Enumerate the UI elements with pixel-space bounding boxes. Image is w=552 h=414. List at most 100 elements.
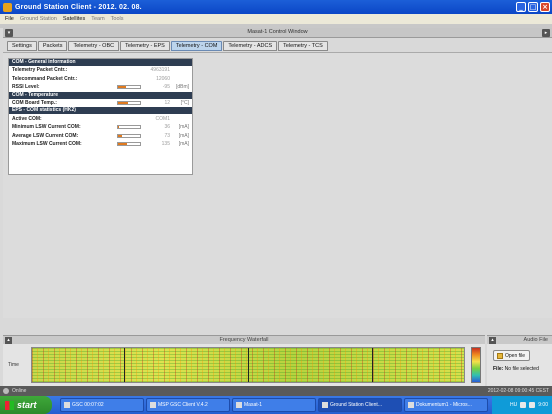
row-value: 73	[164, 132, 170, 139]
waterfall-marker	[372, 348, 373, 382]
tab-packets[interactable]: Packets	[37, 41, 68, 51]
control-window-title: Masat-1 Control Window	[247, 29, 308, 35]
file-value: No file selected	[504, 366, 539, 372]
avg-lsw-current-bar	[117, 133, 141, 138]
folder-icon	[497, 352, 503, 359]
close-button[interactable]: ×	[540, 2, 550, 12]
app-icon	[3, 2, 12, 12]
row-unit: [mA]	[178, 141, 189, 148]
row-max-lsw-current: Maximum LSW Current COM: 135 [mA]	[9, 140, 192, 149]
app-icon	[236, 402, 242, 408]
tab-telemetry-adcs[interactable]: Telemetry - ADCS	[223, 41, 278, 51]
row-value: -95	[162, 84, 170, 91]
audio-file-panel: Open file File: No file selected	[487, 344, 552, 386]
tab-settings[interactable]: Settings	[7, 41, 37, 51]
section-header-eps: EPS - COM statistics (HK2)	[9, 107, 192, 115]
network-icon[interactable]	[520, 402, 527, 408]
row-unit: [mA]	[178, 132, 189, 139]
taskbar-item[interactable]: MSP GSC Client V.4.2	[146, 398, 230, 412]
maximize-button[interactable]: □	[528, 2, 538, 12]
connection-status-icon	[3, 388, 9, 394]
taskbar-item[interactable]: GSC 00:07:02	[60, 398, 144, 412]
bar-fill	[118, 125, 120, 128]
row-label: Maximum LSW Current COM:	[12, 141, 82, 148]
tab-telemetry-com[interactable]: Telemetry - COM	[170, 41, 223, 51]
waterfall-header: ▴ Frequency Waterfall	[3, 335, 485, 344]
windows-logo-icon	[5, 400, 14, 410]
menu-satellites[interactable]: Satellites	[63, 16, 85, 22]
app-icon	[64, 402, 70, 408]
taskbar-item[interactable]: Masat-1	[232, 398, 316, 412]
row-label: COM Board Temp.:	[12, 100, 57, 107]
row-avg-lsw-current: Average LSW Current COM: 73 [mA]	[9, 132, 192, 141]
row-rssi-level: RSSI Level: -95 [dBm]	[9, 83, 192, 92]
row-com-board-temp: COM Board Temp.: 12 [°C]	[9, 99, 192, 108]
taskbar-item-label: GSC 00:07:02	[72, 402, 104, 408]
row-value: 12	[164, 100, 170, 107]
row-unit: [mA]	[178, 124, 189, 131]
word-icon	[408, 402, 414, 408]
audio-file-title: Audio File	[523, 337, 548, 343]
telemetry-tabs: Settings Packets Telemetry - OBC Telemet…	[7, 41, 328, 51]
min-lsw-current-bar	[117, 124, 141, 129]
taskbar-item[interactable]: Dokumentum1 - Micros...	[404, 398, 488, 412]
menu-ground-station[interactable]: Ground Station	[20, 16, 57, 22]
start-button[interactable]: start	[0, 396, 52, 414]
expand-icon[interactable]: ▸	[542, 29, 550, 37]
menu-file[interactable]: File	[5, 16, 14, 22]
open-file-label: Open file	[505, 352, 526, 359]
language-indicator[interactable]: HU	[510, 402, 517, 408]
bar-fill	[118, 134, 123, 137]
audio-file-header: ▴ Audio File	[487, 335, 552, 344]
row-value: 12060	[156, 75, 170, 82]
menu-bar: File Ground Station Satellites Team Tool…	[0, 14, 552, 24]
tab-telemetry-eps[interactable]: Telemetry - EPS	[120, 41, 170, 51]
row-active-com: Active COM: COM1	[9, 114, 192, 123]
taskbar-item-label: MSP GSC Client V.4.2	[158, 402, 208, 408]
status-bar: Online 2012-02-08 09:00:45 CEST	[0, 386, 552, 396]
collapse-icon[interactable]: ▴	[489, 337, 496, 344]
row-telecommand-packet-cntr: Telecommand Packet Cntr.: 12060	[9, 75, 192, 84]
app-icon	[322, 402, 328, 408]
window-titlebar[interactable]: Ground Station Client - 2012. 02. 08. _ …	[0, 0, 552, 14]
bar-fill	[118, 101, 128, 104]
selected-file: File: No file selected	[493, 366, 539, 372]
row-unit: [°C]	[180, 100, 189, 107]
row-value: COM1	[155, 115, 170, 122]
taskbar-item-label: Masat-1	[244, 402, 263, 408]
waterfall-color-scale	[471, 347, 481, 383]
window-title: Ground Station Client - 2012. 02. 08.	[15, 3, 142, 11]
menu-team[interactable]: Team	[91, 16, 104, 22]
clock[interactable]: 9:00	[538, 402, 548, 408]
connection-status: Online	[12, 388, 27, 394]
section-header-temperature: COM - Temperature	[9, 91, 192, 99]
row-unit: [dBm]	[175, 84, 189, 91]
row-label: RSSI Level:	[12, 84, 40, 91]
waterfall-time-label: Time	[8, 362, 19, 368]
tab-telemetry-tcs[interactable]: Telemetry - TCS	[278, 41, 328, 51]
com-telemetry-panel: COM - General information Telemetry Pack…	[8, 58, 193, 175]
waterfall-panel: Time	[3, 344, 485, 386]
frequency-waterfall-display[interactable]	[31, 347, 465, 383]
bar-fill	[118, 86, 126, 89]
taskbar-item-label: Ground Station Client...	[330, 402, 382, 408]
system-tray: HU 9:00	[492, 396, 552, 414]
volume-icon[interactable]	[529, 402, 536, 408]
tab-telemetry-obc[interactable]: Telemetry - OBC	[68, 41, 120, 51]
taskbar: start GSC 00:07:02 MSP GSC Client V.4.2 …	[0, 396, 552, 414]
taskbar-item[interactable]: Ground Station Client...	[318, 398, 402, 412]
row-label: Telecommand Packet Cntr.:	[12, 75, 78, 82]
menu-tools[interactable]: Tools	[111, 16, 124, 22]
control-window-header: ▾ Masat-1 Control Window ▸	[3, 28, 552, 38]
row-label: Telemetry Packet Cntr.:	[12, 67, 68, 74]
open-file-button[interactable]: Open file	[493, 350, 530, 361]
rssi-level-bar	[117, 85, 141, 90]
row-label: Minimum LSW Current COM:	[12, 124, 81, 131]
taskbar-item-label: Dokumentum1 - Micros...	[416, 402, 472, 408]
minimize-button[interactable]: _	[516, 2, 526, 12]
taskbar-tasks: GSC 00:07:02 MSP GSC Client V.4.2 Masat-…	[60, 398, 488, 412]
row-label: Average LSW Current COM:	[12, 132, 79, 139]
waterfall-title: Frequency Waterfall	[219, 337, 269, 343]
row-telemetry-packet-cntr: Telemetry Packet Cntr.: 4963191	[9, 66, 192, 75]
max-lsw-current-bar	[117, 142, 141, 147]
